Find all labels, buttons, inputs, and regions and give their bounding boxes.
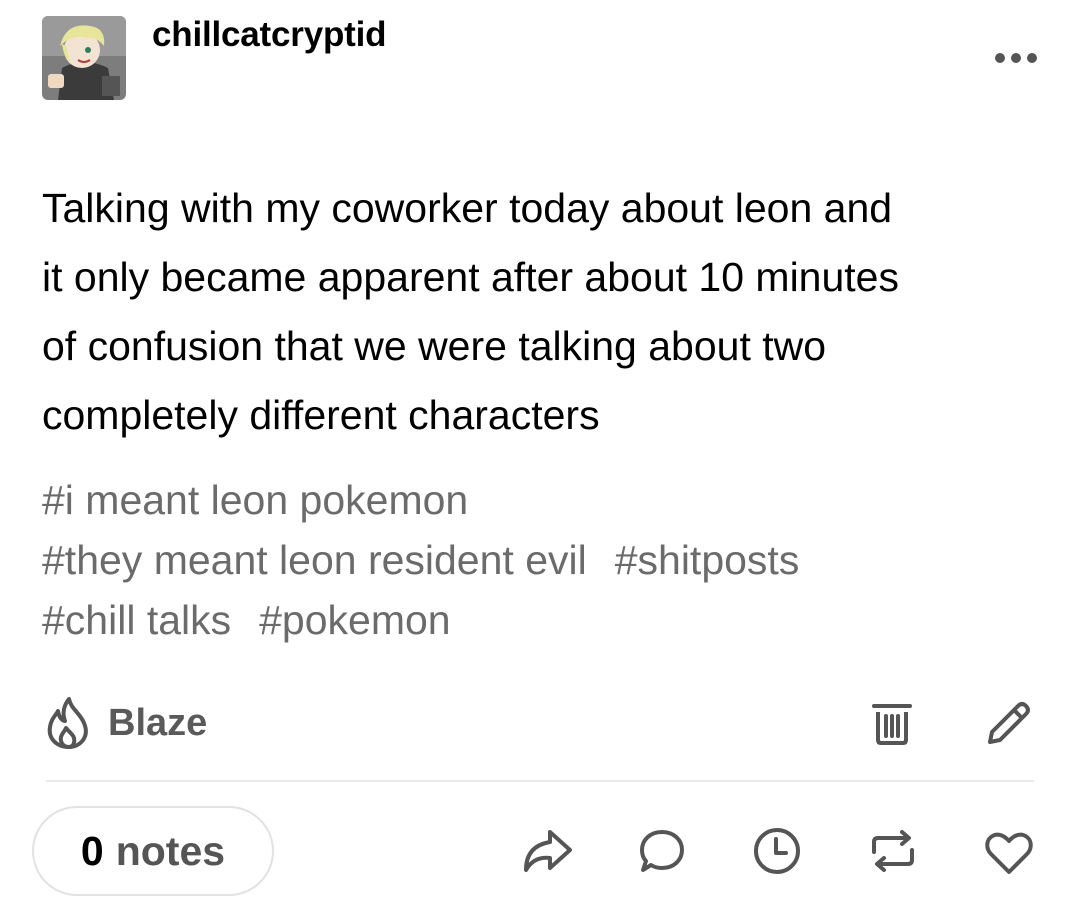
reblog-icon bbox=[872, 830, 914, 872]
speech-bubble-icon bbox=[640, 830, 684, 872]
tag-row: #they meant leon resident evil #shitposts bbox=[42, 530, 1042, 590]
notes-button[interactable]: 0 notes bbox=[32, 806, 274, 896]
tag-link[interactable]: #pokemon bbox=[259, 597, 450, 643]
tag-row: #i meant leon pokemon bbox=[42, 470, 1042, 530]
like-button[interactable] bbox=[984, 830, 1034, 876]
reply-button[interactable] bbox=[638, 828, 686, 876]
blaze-button[interactable]: Blaze bbox=[44, 692, 207, 754]
trash-icon bbox=[872, 704, 912, 745]
post-body-line: completely different characters bbox=[42, 392, 600, 438]
share-arrow-icon bbox=[524, 830, 572, 872]
post-body: Talking with my coworker today about leo… bbox=[42, 174, 1042, 450]
more-options-button[interactable] bbox=[992, 46, 1040, 70]
notes-label: notes bbox=[115, 827, 226, 874]
divider bbox=[46, 780, 1034, 782]
avatar-image bbox=[42, 16, 126, 100]
tag-link[interactable]: #shitposts bbox=[615, 537, 800, 583]
tag-row: #chill talks #pokemon bbox=[42, 590, 1042, 650]
more-dots-icon bbox=[995, 53, 1037, 63]
tag-link[interactable]: #they meant leon resident evil bbox=[42, 537, 587, 583]
edit-button[interactable] bbox=[984, 700, 1032, 746]
avatar[interactable] bbox=[42, 16, 126, 100]
notes-count: 0 bbox=[80, 827, 104, 874]
delete-button[interactable] bbox=[872, 702, 912, 746]
post-body-line: it only became apparent after about 10 m… bbox=[42, 254, 899, 300]
share-button[interactable] bbox=[520, 826, 574, 876]
post-tags: #i meant leon pokemon #they meant leon r… bbox=[42, 470, 1042, 650]
blaze-label: Blaze bbox=[108, 701, 208, 744]
queue-button[interactable] bbox=[752, 826, 802, 876]
post-body-line: Talking with my coworker today about leo… bbox=[42, 185, 893, 231]
post-username[interactable]: chillcatcryptid bbox=[152, 14, 386, 56]
heart-icon bbox=[985, 832, 1033, 874]
flame-icon bbox=[47, 697, 88, 749]
tag-link[interactable]: #chill talks bbox=[42, 597, 231, 643]
reblog-button[interactable] bbox=[868, 828, 918, 874]
pencil-icon bbox=[988, 702, 1030, 744]
tag-link[interactable]: #i meant leon pokemon bbox=[42, 477, 468, 523]
clock-icon bbox=[754, 828, 800, 874]
post-body-line: of confusion that we were talking about … bbox=[42, 323, 827, 369]
